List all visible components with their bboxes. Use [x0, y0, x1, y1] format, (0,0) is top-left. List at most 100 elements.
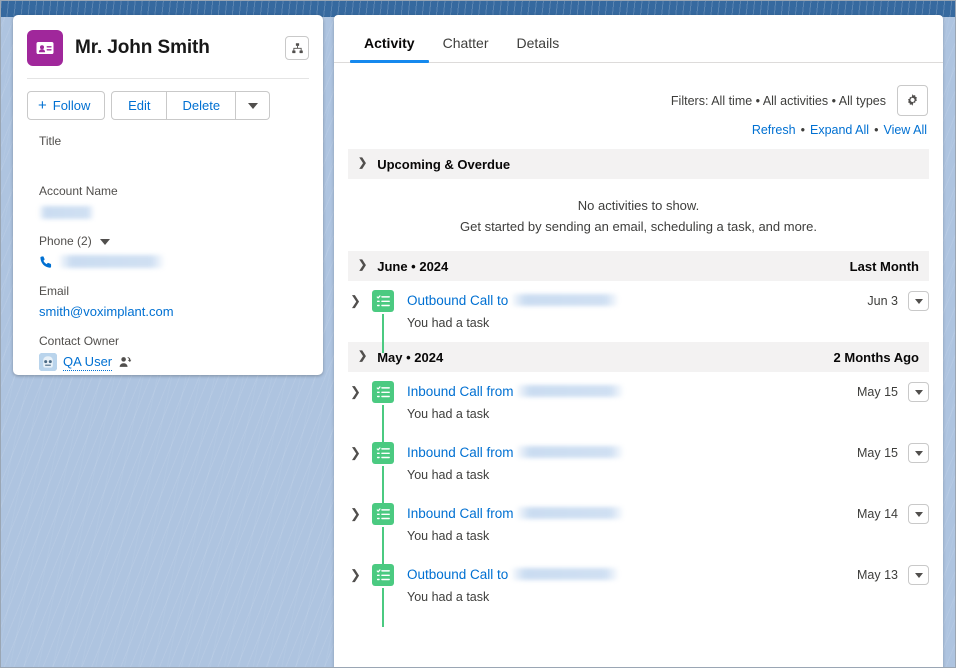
contact-highlights-card: Mr. John Smith + Follow Edit Delete Titl…: [13, 15, 323, 375]
org-hierarchy-icon[interactable]: [285, 36, 309, 60]
activity-subtitle: You had a task: [407, 590, 490, 604]
link-separator: •: [874, 123, 879, 137]
list-item[interactable]: ❯: [334, 494, 943, 566]
field-title: Title: [39, 134, 323, 170]
expand-item-icon[interactable]: ❯: [348, 564, 368, 616]
list-item[interactable]: ❯: [334, 433, 943, 505]
view-all-link[interactable]: View All: [883, 123, 927, 137]
item-body: Inbound Call from You had a task: [398, 442, 857, 494]
field-label-title: Title: [39, 134, 62, 148]
activity-title-link[interactable]: Inbound Call from: [407, 382, 857, 401]
section-header-june-2024[interactable]: ❯ June • 2024 Last Month: [348, 251, 929, 281]
expand-item-icon[interactable]: ❯: [348, 381, 368, 433]
tab-chatter[interactable]: Chatter: [429, 35, 503, 62]
avatar: [39, 353, 57, 371]
list-item[interactable]: ❯: [334, 555, 943, 627]
row-actions-button[interactable]: [908, 565, 929, 585]
expand-item-icon[interactable]: ❯: [348, 503, 368, 555]
activity-subtitle: You had a task: [407, 407, 490, 421]
application-window: Mr. John Smith + Follow Edit Delete Titl…: [0, 0, 956, 668]
follow-user-icon[interactable]: [118, 355, 132, 369]
activity-date: May 13: [857, 568, 898, 582]
activity-date: May 14: [857, 507, 898, 521]
activity-title-link[interactable]: Outbound Call to: [407, 565, 857, 584]
section-title: May • 2024: [377, 349, 444, 365]
chevron-down-icon: [914, 298, 923, 304]
contact-field-list: Title Account Name Phone (2) Email smith…: [13, 120, 323, 371]
field-email: Email smith@voximplant.com: [39, 284, 323, 320]
contact-owner-link[interactable]: QA User: [63, 353, 113, 371]
field-label-phone: Phone (2): [39, 234, 323, 249]
phone-icon: [40, 255, 52, 268]
item-body: Outbound Call to You had a task: [398, 564, 857, 616]
item-right: May 14: [857, 503, 929, 555]
row-actions-button[interactable]: [908, 382, 929, 402]
section-right-label: Last Month: [849, 258, 919, 274]
field-account-name: Account Name: [39, 184, 323, 220]
card-divider: [27, 78, 309, 79]
page-title: Mr. John Smith: [75, 37, 210, 58]
chevron-down-icon: [914, 450, 923, 456]
task-icon: [372, 290, 394, 312]
follow-button[interactable]: + Follow: [27, 91, 106, 120]
chevron-down-icon[interactable]: ❯: [358, 350, 367, 362]
list-item[interactable]: ❯: [334, 372, 943, 444]
field-label-account-name: Account Name: [39, 184, 118, 198]
activity-panel: Activity Chatter Details Filters: All ti…: [334, 15, 943, 667]
activity-title-text: Inbound Call from: [407, 384, 514, 399]
email-link[interactable]: smith@voximplant.com: [39, 304, 174, 319]
item-icon-column: [368, 503, 398, 566]
redacted-activity-target: [512, 568, 619, 581]
list-item[interactable]: ❯: [334, 281, 943, 353]
contact-card-icon: [27, 30, 63, 66]
section-header-may-2024[interactable]: ❯ May • 2024 2 Months Ago: [348, 342, 929, 372]
tab-details[interactable]: Details: [503, 35, 574, 62]
follow-button-label: Follow: [52, 98, 91, 113]
gear-icon[interactable]: [897, 85, 928, 116]
timeline-connector: [382, 588, 384, 627]
redacted-activity-target: [517, 446, 624, 459]
activity-title-link[interactable]: Inbound Call from: [407, 443, 857, 462]
redacted-activity-target: [512, 294, 619, 307]
field-value-email: smith@voximplant.com: [39, 303, 323, 320]
field-value-contact-owner: QA User: [39, 353, 323, 371]
activity-title-link[interactable]: Outbound Call to: [407, 291, 867, 310]
edit-button[interactable]: Edit: [111, 91, 168, 120]
field-label-phone-text: Phone (2): [39, 234, 92, 248]
more-actions-button[interactable]: [236, 91, 271, 120]
redacted-activity-target: [517, 507, 624, 520]
delete-button[interactable]: Delete: [167, 91, 237, 120]
chevron-down-icon: [247, 102, 258, 109]
task-icon: [372, 442, 394, 464]
chevron-down-icon: [914, 572, 923, 578]
refresh-link[interactable]: Refresh: [752, 123, 796, 137]
contact-action-buttons: + Follow Edit Delete: [27, 91, 323, 120]
row-actions-button[interactable]: [908, 443, 929, 463]
chevron-down-icon[interactable]: [100, 238, 111, 245]
expand-item-icon[interactable]: ❯: [348, 290, 368, 342]
chevron-down-icon[interactable]: ❯: [358, 157, 367, 169]
redacted-account-name: [39, 206, 94, 220]
chevron-down-icon[interactable]: ❯: [358, 259, 367, 271]
activity-title-link[interactable]: Inbound Call from: [407, 504, 857, 523]
row-actions-button[interactable]: [908, 504, 929, 524]
tab-activity[interactable]: Activity: [350, 35, 429, 63]
expand-all-link[interactable]: Expand All: [810, 123, 869, 137]
chevron-down-icon: [914, 389, 923, 395]
item-body: Inbound Call from You had a task: [398, 381, 857, 433]
contact-card-header: Mr. John Smith: [13, 15, 323, 67]
item-body: Inbound Call from You had a task: [398, 503, 857, 555]
item-icon-column: [368, 442, 398, 505]
task-icon: [372, 381, 394, 403]
row-actions-button[interactable]: [908, 291, 929, 311]
expand-item-icon[interactable]: ❯: [348, 442, 368, 494]
item-icon-column: [368, 290, 398, 353]
filters-summary-text: Filters: All time • All activities • All…: [670, 93, 886, 108]
empty-state: No activities to show. Get started by se…: [334, 179, 943, 251]
filters-row: Filters: All time • All activities • All…: [334, 63, 943, 116]
field-label-email: Email: [39, 284, 70, 298]
field-phone: Phone (2): [39, 234, 323, 270]
field-value-phone: [39, 253, 323, 270]
section-header-upcoming-overdue[interactable]: ❯ Upcoming & Overdue: [348, 149, 929, 179]
redacted-phone-number: [59, 255, 164, 268]
